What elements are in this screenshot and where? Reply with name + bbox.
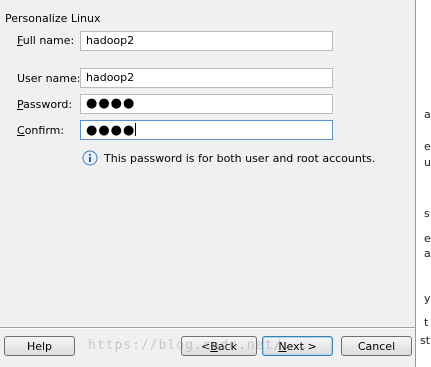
user-name-label: User name: (17, 72, 81, 85)
button-separator (0, 327, 415, 329)
confirm-password-field[interactable]: ●●●● (80, 120, 333, 140)
full-name-label: Full name: (17, 34, 75, 47)
password-info: This password is for both user and root … (82, 150, 375, 166)
fragment-text: a (424, 247, 431, 260)
section-title: Personalize Linux (5, 12, 101, 25)
back-button[interactable]: < Back (181, 336, 257, 356)
next-button[interactable]: Next > (262, 336, 333, 356)
fragment-text: e (424, 232, 431, 245)
password-field[interactable]: ●●●● (80, 94, 333, 114)
confirm-label: Confirm: (17, 124, 65, 137)
confirm-value: ●●●● (86, 123, 136, 138)
help-button[interactable]: Help (4, 336, 75, 356)
background-window-edge: a e u s e a y t st (415, 0, 431, 367)
fragment-text: t (424, 316, 429, 329)
full-name-value: hadoop2 (86, 34, 135, 47)
info-icon (82, 150, 98, 166)
cancel-button[interactable]: Cancel (341, 336, 412, 356)
fragment-text: a (424, 108, 431, 121)
full-name-field[interactable]: hadoop2 (80, 31, 333, 51)
text-caret (135, 123, 137, 136)
fragment-text: u (424, 156, 431, 169)
password-label: Password: (17, 98, 73, 111)
personalize-linux-dialog: Personalize Linux Full name: hadoop2 Use… (0, 0, 415, 367)
fragment-text: s (424, 207, 430, 220)
user-name-field[interactable]: hadoop2 (80, 68, 333, 88)
user-name-value: hadoop2 (86, 71, 135, 84)
info-text: This password is for both user and root … (104, 151, 376, 165)
fragment-text: y (424, 292, 431, 305)
fragment-text: e (424, 140, 431, 153)
fragment-text: st (420, 334, 431, 347)
password-value: ●●●● (86, 96, 136, 111)
